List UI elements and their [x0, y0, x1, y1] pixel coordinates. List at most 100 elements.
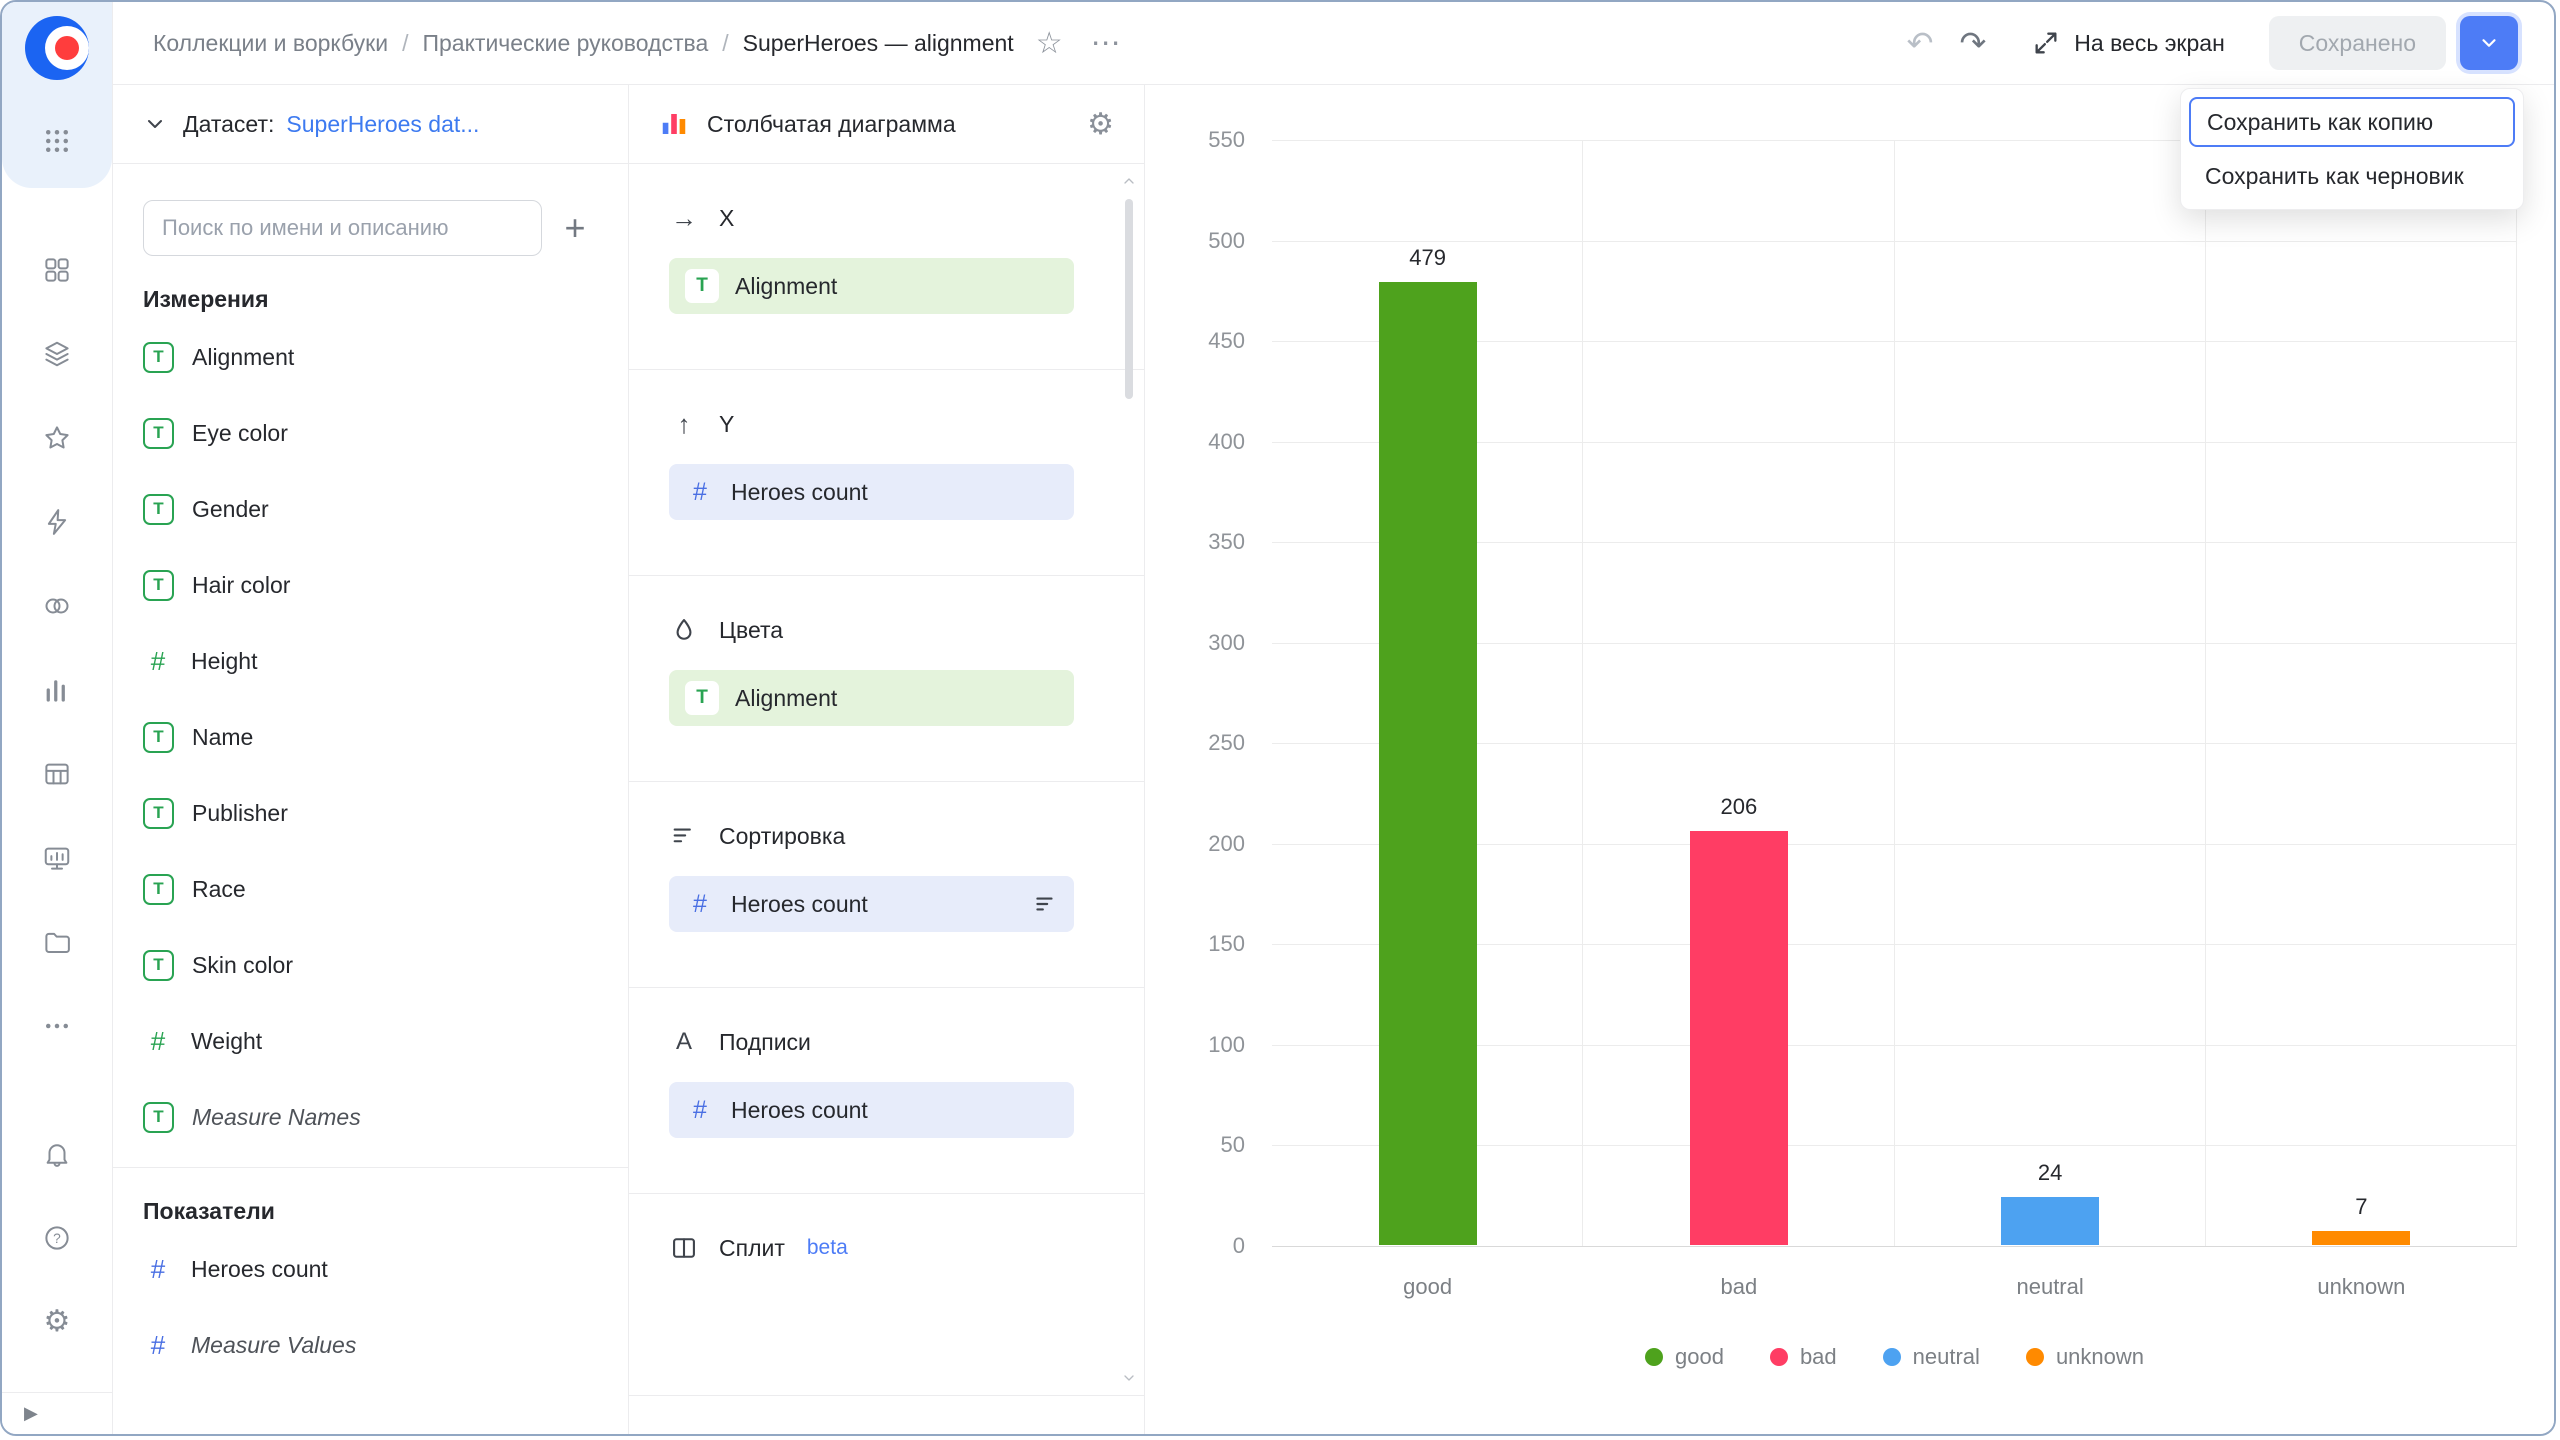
chart-area: 050100150200250300350400450500550 479goo…: [1145, 85, 2554, 1434]
legend-item-unknown[interactable]: unknown: [2026, 1344, 2144, 1370]
colors-field-chip[interactable]: T Alignment: [669, 670, 1074, 726]
section-y-label: Y: [719, 411, 734, 438]
field-publisher[interactable]: TPublisher: [143, 775, 598, 851]
labels-field-chip[interactable]: # Heroes count: [669, 1082, 1074, 1138]
search-input[interactable]: [143, 200, 542, 256]
settings-gear-icon[interactable]: ⚙: [40, 1305, 74, 1339]
collections-icon[interactable]: [40, 337, 74, 371]
save-menu: Сохранить как копию Сохранить как чернов…: [2180, 88, 2524, 210]
charts-icon[interactable]: [40, 673, 74, 707]
chip-field-name: Heroes count: [731, 479, 868, 506]
nav-rail: ? ⚙ ▶: [2, 2, 113, 1434]
field-gender[interactable]: TGender: [143, 471, 598, 547]
labels-icon: A: [669, 1028, 699, 1056]
notifications-bell-icon[interactable]: [40, 1137, 74, 1171]
section-x: → X T Alignment: [629, 164, 1144, 370]
fullscreen-icon[interactable]: [2032, 29, 2060, 57]
y-field-chip[interactable]: # Heroes count: [669, 464, 1074, 520]
favorites-star-icon[interactable]: [40, 421, 74, 455]
config-scrollbar[interactable]: [1120, 173, 1138, 1386]
gridline: [1894, 140, 1895, 1246]
add-field-button[interactable]: +: [552, 205, 598, 251]
breadcrumb-guides[interactable]: Практические руководства: [422, 30, 708, 57]
more-actions-icon[interactable]: ⋯: [1091, 26, 1123, 61]
x-field-chip[interactable]: T Alignment: [669, 258, 1074, 314]
redo-icon[interactable]: ↷: [1959, 24, 1986, 62]
undo-icon[interactable]: ↶: [1907, 24, 1934, 62]
section-x-label: X: [719, 205, 734, 232]
text-type-icon: T: [685, 269, 719, 303]
y-tick-label: 200: [1208, 831, 1245, 857]
saved-button[interactable]: Сохранено: [2269, 16, 2446, 70]
save-dropdown-button[interactable]: [2460, 16, 2518, 70]
bar-bad[interactable]: [1690, 831, 1788, 1245]
config-sections: → X T Alignment ↑ Y: [629, 164, 1144, 1434]
section-split-label: Сплит: [719, 1235, 785, 1262]
chip-field-name: Heroes count: [731, 1097, 868, 1124]
field-name: Alignment: [192, 344, 294, 371]
play-icon: ▶: [24, 1403, 38, 1424]
number-type-icon: #: [143, 1330, 173, 1361]
legend-item-good[interactable]: good: [1645, 1344, 1724, 1370]
section-sort-label: Сортировка: [719, 823, 845, 850]
text-type-icon: T: [143, 874, 174, 905]
collapse-sidebar-button[interactable]: ▶: [2, 1392, 112, 1434]
breadcrumb-collections[interactable]: Коллекции и воркбуки: [153, 30, 388, 57]
scroll-up-icon[interactable]: [1121, 173, 1137, 189]
datalens-logo-icon[interactable]: [25, 16, 89, 80]
main-column: Коллекции и воркбуки / Практические руко…: [113, 2, 2554, 1434]
field-height[interactable]: #Height: [143, 623, 598, 699]
sort-order-icon[interactable]: [1032, 891, 1058, 917]
gridline: [2205, 140, 2206, 1246]
field-skin-color[interactable]: TSkin color: [143, 927, 598, 1003]
field-name: Gender: [192, 496, 269, 523]
apps-grid-icon[interactable]: [40, 124, 74, 158]
field-weight[interactable]: #Weight: [143, 1003, 598, 1079]
x-tick-label: neutral: [2016, 1274, 2083, 1300]
y-axis: 050100150200250300350400450500550: [1145, 140, 1245, 1246]
field-measure-values[interactable]: #Measure Values: [143, 1307, 598, 1383]
field-measure-names[interactable]: TMeasure Names: [143, 1079, 598, 1155]
more-services-icon[interactable]: [40, 1009, 74, 1043]
sort-field-chip[interactable]: # Heroes count: [669, 876, 1074, 932]
beta-badge: beta: [807, 1236, 848, 1260]
measures-title: Показатели: [143, 1198, 598, 1225]
field-name[interactable]: TName: [143, 699, 598, 775]
dataset-link[interactable]: SuperHeroes dat...: [286, 111, 479, 138]
help-icon[interactable]: ?: [40, 1221, 74, 1255]
section-divider: [113, 1167, 628, 1168]
legend-item-bad[interactable]: bad: [1770, 1344, 1837, 1370]
monitoring-icon[interactable]: [40, 841, 74, 875]
scrollbar-thumb[interactable]: [1125, 199, 1133, 399]
bar-good[interactable]: [1379, 282, 1477, 1245]
section-colors: Цвета T Alignment: [629, 576, 1144, 782]
y-tick-label: 100: [1208, 1032, 1245, 1058]
bar-unknown[interactable]: [2312, 1231, 2410, 1245]
field-eye-color[interactable]: TEye color: [143, 395, 598, 471]
connections-icon[interactable]: [40, 589, 74, 623]
legend-dot: [1883, 1348, 1901, 1366]
field-alignment[interactable]: TAlignment: [143, 319, 598, 395]
menu-item-save-as-copy[interactable]: Сохранить как копию: [2189, 97, 2515, 147]
scroll-down-icon[interactable]: [1121, 1370, 1137, 1386]
field-race[interactable]: TRace: [143, 851, 598, 927]
measures-list: #Heroes count#Measure Values: [143, 1231, 598, 1383]
field-heroes-count[interactable]: #Heroes count: [143, 1231, 598, 1307]
favorite-star-icon[interactable]: ☆: [1036, 26, 1063, 61]
datasets-table-icon[interactable]: [40, 757, 74, 791]
field-name: Heroes count: [191, 1256, 328, 1283]
fullscreen-label[interactable]: На весь экран: [2074, 30, 2225, 57]
chevron-down-icon[interactable]: [143, 112, 167, 136]
field-hair-color[interactable]: THair color: [143, 547, 598, 623]
bar-neutral[interactable]: [2001, 1197, 2099, 1245]
dashboards-icon[interactable]: [40, 253, 74, 287]
y-tick-label: 450: [1208, 328, 1245, 354]
text-type-icon: T: [143, 950, 174, 981]
storage-folder-icon[interactable]: [40, 925, 74, 959]
column-chart-type-icon[interactable]: [659, 109, 689, 139]
legend-item-neutral[interactable]: neutral: [1883, 1344, 1980, 1370]
chart-settings-gear-icon[interactable]: ⚙: [1087, 107, 1114, 142]
menu-item-save-as-draft[interactable]: Сохранить как черновик: [2189, 151, 2515, 201]
bar-value-label: 206: [1721, 794, 1758, 820]
editor-lightning-icon[interactable]: [40, 505, 74, 539]
